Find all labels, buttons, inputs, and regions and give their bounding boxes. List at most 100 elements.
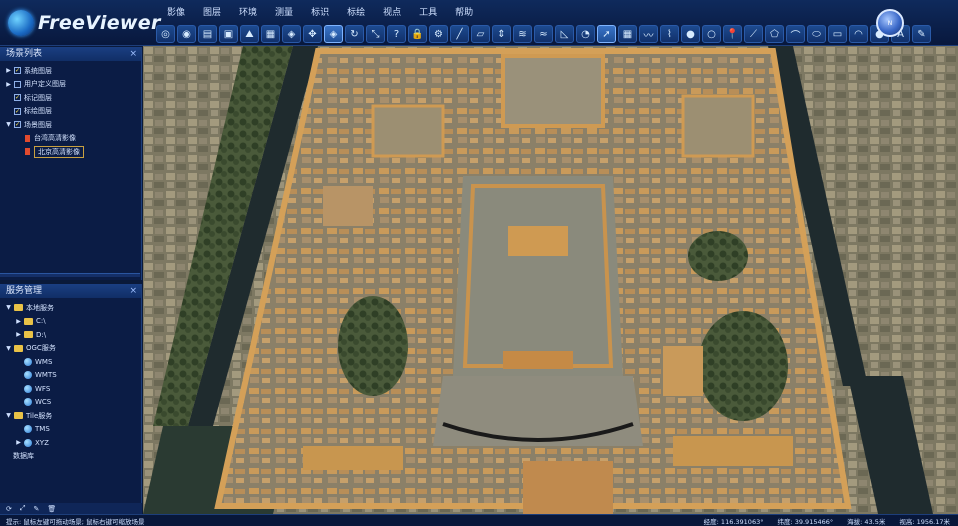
expand-right-icon[interactable]: ▶ (14, 439, 23, 446)
viewshed-icon[interactable]: ◔ (576, 25, 595, 43)
expand-right-icon[interactable]: ▶ (14, 331, 23, 338)
scene-tree: ▶ ✓ 系统图层 ▶ 用户定义图层 ✓ 标记图层 ✓ 标绘图层 ▼ ✓ 场景图层 台湾高清影像 北京高清影… (0, 61, 141, 159)
layer-checkbox[interactable]: ✓ (14, 67, 21, 75)
horizontal-scrollbar[interactable] (0, 273, 140, 277)
close-icon[interactable]: × (129, 284, 141, 298)
terrain-icon[interactable]: ⛰ (240, 25, 259, 43)
refresh-icon[interactable]: ⟳ (6, 505, 12, 513)
compass-icon[interactable]: N (876, 9, 904, 37)
menu-item[interactable]: 帮助 (446, 4, 482, 18)
profile-icon[interactable]: ≋ (513, 25, 532, 43)
layers-icon[interactable]: ▤ (198, 25, 217, 43)
model-icon[interactable]: ▦ (261, 25, 280, 43)
menu-item[interactable]: 图层 (194, 4, 230, 18)
tree-item-label: 标绘图层 (24, 107, 52, 116)
path-icon[interactable]: ⌇ (660, 25, 679, 43)
query-icon[interactable]: ? (387, 25, 406, 43)
tree-item[interactable]: ▼ ✓ 场景图层 (0, 118, 141, 132)
select-icon[interactable]: ◈ (324, 25, 343, 43)
expand-right-icon[interactable]: ▶ (4, 81, 13, 88)
expand-right-icon[interactable]: ▶ (4, 67, 13, 74)
layer-checkbox[interactable]: ✓ (14, 94, 21, 102)
status-message: 提示: 鼠标左键可拖动场景; 鼠标右键可缩放场景 (6, 517, 145, 526)
slope-icon[interactable]: ◺ (555, 25, 574, 43)
layer-checkbox[interactable] (14, 80, 21, 88)
pin-icon[interactable]: 📍 (723, 25, 742, 43)
layer-checkbox[interactable]: ✓ (14, 121, 21, 129)
tree-item[interactable]: 数据库 (0, 450, 141, 464)
pan-icon[interactable]: ✥ (303, 25, 322, 43)
grid-icon[interactable]: ▦ (618, 25, 637, 43)
tree-item-label: OGC服务 (26, 344, 56, 353)
ellipse-icon[interactable]: ⬭ (807, 25, 826, 43)
menu-item[interactable]: 影像 (158, 4, 194, 18)
tree-item-label: 数据库 (13, 452, 34, 461)
rect-icon[interactable]: ▭ (828, 25, 847, 43)
tree-item[interactable]: ✓ 标绘图层 (0, 105, 141, 119)
tree-item[interactable]: ▶ D:\ (0, 328, 141, 342)
tree-item[interactable]: ▶ 用户定义图层 (0, 78, 141, 92)
circle-icon[interactable]: ○ (702, 25, 721, 43)
tree-item[interactable]: ✓ 标记图层 (0, 91, 141, 105)
polyline-icon[interactable]: ⟋ (744, 25, 763, 43)
arc-icon[interactable]: ◠ (849, 25, 868, 43)
satellite-scene (143, 46, 958, 514)
service-panel-title: 服务管理 (6, 286, 43, 296)
curve-icon[interactable]: ⌒ (786, 25, 805, 43)
contour-icon[interactable]: 〰 (639, 25, 658, 43)
tree-item[interactable]: 台湾高清影像 (0, 132, 141, 146)
menu-item[interactable]: 视点 (374, 4, 410, 18)
edit-icon[interactable]: ✎ (33, 505, 39, 513)
app-window: FreeViewer 影像 图层 环境 测量 标识 标绘 视点 工具 帮助 ◎ ◉ ▤ ▣ ⛰ ▦ ◈ ✥ ◈ ↻… (0, 0, 958, 526)
tilt-icon[interactable]: ⤡ (366, 25, 385, 43)
menu-item[interactable]: 测量 (266, 4, 302, 18)
menu-item[interactable]: 标绘 (338, 4, 374, 18)
brush-icon[interactable]: ✎ (912, 25, 931, 43)
record-icon[interactable]: ● (681, 25, 700, 43)
menu-item[interactable]: 标识 (302, 4, 338, 18)
tree-item-label: WFS (35, 384, 51, 393)
tree-item[interactable]: WMTS (0, 369, 141, 383)
link-icon[interactable]: ⤢ (20, 504, 26, 513)
folder-icon (14, 412, 23, 420)
layer-checkbox[interactable]: ✓ (14, 107, 21, 115)
flood-icon[interactable]: ≈ (534, 25, 553, 43)
measure-line-icon[interactable]: ╱ (450, 25, 469, 43)
expand-down-icon[interactable]: ▼ (4, 345, 13, 352)
tree-item[interactable]: 北京高清影像 (0, 145, 141, 159)
menu-bar: 影像 图层 环境 测量 标识 标绘 视点 工具 帮助 (158, 4, 482, 18)
vector-icon[interactable]: ◈ (282, 25, 301, 43)
tree-item[interactable]: TMS (0, 423, 141, 437)
close-icon[interactable]: × (129, 47, 141, 61)
tree-item[interactable]: ▶ ✓ 系统图层 (0, 64, 141, 78)
settings-icon[interactable]: ⚙ (429, 25, 448, 43)
tree-item[interactable]: ▶ C:\ (0, 315, 141, 329)
polygon-icon[interactable]: ⬠ (765, 25, 784, 43)
tree-item[interactable]: ▼ 本地服务 (0, 301, 141, 315)
image-icon[interactable]: ▣ (219, 25, 238, 43)
delete-icon[interactable]: 🗑 (47, 505, 56, 513)
globe-icon[interactable]: ◉ (177, 25, 196, 43)
lock-icon[interactable]: 🔒 (408, 25, 427, 43)
tree-item[interactable]: WCS (0, 396, 141, 410)
cursor-icon[interactable]: ➚ (597, 25, 616, 43)
expand-down-icon[interactable]: ▼ (4, 412, 13, 419)
menu-item[interactable]: 环境 (230, 4, 266, 18)
rotate-icon[interactable]: ↻ (345, 25, 364, 43)
tree-item[interactable]: ▼ Tile服务 (0, 409, 141, 423)
toolbar: ◎ ◉ ▤ ▣ ⛰ ▦ ◈ ✥ ◈ ↻ ⤡? 🔒 ⚙ ╱ ▱ ⇕ ≋ ≈ ◺ ◔ ➚ ▦ 〰 ⌇ ● ○ 📍 ⟋ ⬠ ⌒ ⬭ ▭ ◠ ● A ✎ (156, 24, 931, 44)
tree-item[interactable]: ▼ OGC服务 (0, 342, 141, 356)
tree-item[interactable]: ▶ XYZ (0, 436, 141, 450)
status-latitude: 纬度: 39.915466° (777, 517, 834, 526)
tree-item[interactable]: WFS (0, 382, 141, 396)
expand-right-icon[interactable]: ▶ (14, 318, 23, 325)
expand-down-icon[interactable]: ▼ (4, 304, 13, 311)
expand-down-icon[interactable]: ▼ (4, 121, 13, 128)
ogc-icon[interactable]: ◎ (156, 25, 175, 43)
measure-area-icon[interactable]: ▱ (471, 25, 490, 43)
map-viewport[interactable] (143, 46, 958, 514)
tree-item[interactable]: WMS (0, 355, 141, 369)
menu-item[interactable]: 工具 (410, 4, 446, 18)
measure-height-icon[interactable]: ⇕ (492, 25, 511, 43)
tree-item-label: 系统图层 (24, 66, 52, 75)
